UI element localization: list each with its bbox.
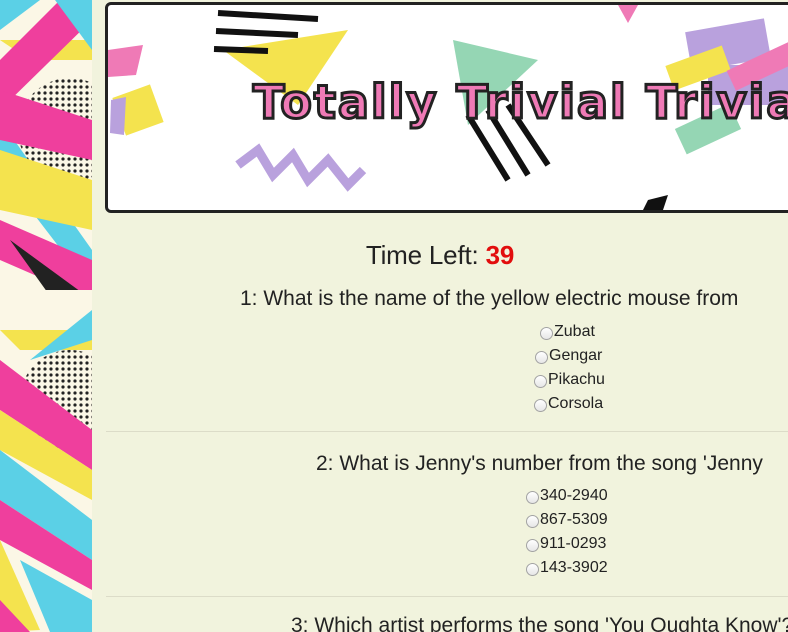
timer-count: 39	[485, 240, 515, 270]
answer-option[interactable]: 143-3902	[526, 556, 608, 580]
answer-label: Zubat	[554, 323, 595, 340]
answer-option[interactable]: 911-0293	[526, 532, 608, 556]
answer-label: Gengar	[549, 347, 603, 364]
timer: Time Left: 39	[92, 240, 788, 271]
question-divider	[106, 431, 788, 432]
answer-label: 143-3902	[540, 559, 608, 576]
answer-option[interactable]: Corsola	[534, 392, 605, 416]
answer-label: Pikachu	[548, 371, 605, 388]
radio-button[interactable]	[540, 327, 553, 340]
header-banner: Totally Trivial Trivia!	[105, 2, 788, 213]
timer-label: Time Left:	[365, 240, 479, 270]
radio-button[interactable]	[526, 515, 539, 528]
answer-label: 867-5309	[540, 511, 608, 528]
question-3-text: 3: Which artist performs the song 'You O…	[291, 614, 788, 632]
question-1-text: 1: What is the name of the yellow electr…	[240, 287, 739, 310]
answer-label: 911-0293	[540, 535, 607, 552]
answer-option[interactable]: Pikachu	[534, 368, 605, 392]
question-2-answers: 340-2940 867-5309 911-0293 143-3902	[526, 484, 608, 580]
radio-button[interactable]	[526, 563, 539, 576]
radio-button[interactable]	[526, 491, 539, 504]
question-divider	[106, 596, 788, 597]
radio-button[interactable]	[526, 539, 539, 552]
banner-title: Totally Trivial Trivia!	[251, 74, 788, 131]
answer-option[interactable]: Zubat	[540, 320, 605, 344]
question-1-answers: Zubat Gengar Pikachu Corsola	[534, 320, 605, 416]
radio-button[interactable]	[535, 351, 548, 364]
decorative-pattern	[0, 0, 92, 632]
answer-label: Corsola	[548, 395, 604, 412]
main-content: Totally Trivial Trivia! Time Left: 39 1:…	[92, 0, 788, 632]
radio-button[interactable]	[534, 399, 547, 412]
answer-option[interactable]: Gengar	[535, 344, 605, 368]
question-2-text: 2: What is Jenny's number from the song …	[316, 452, 763, 475]
answer-label: 340-2940	[540, 487, 608, 504]
answer-option[interactable]: 340-2940	[526, 484, 608, 508]
radio-button[interactable]	[534, 375, 547, 388]
answer-option[interactable]: 867-5309	[526, 508, 608, 532]
